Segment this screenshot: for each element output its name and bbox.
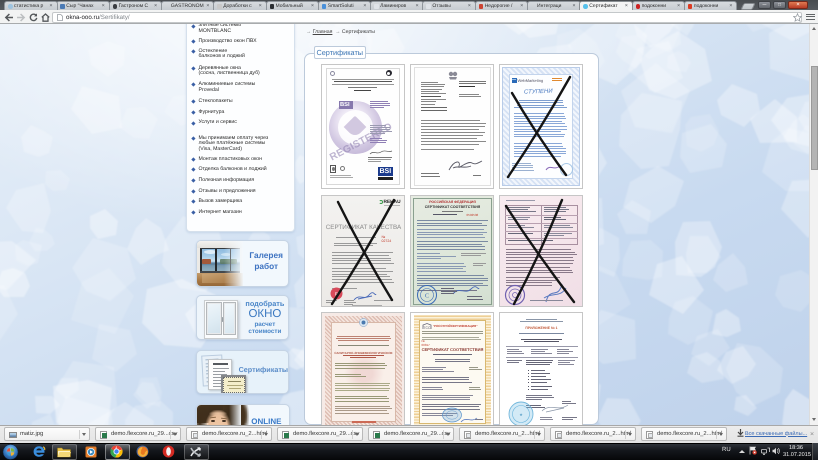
svg-text:★: ★	[519, 412, 523, 417]
svg-text:C: C	[424, 294, 428, 300]
svg-text:TCC: TCC	[423, 325, 431, 329]
